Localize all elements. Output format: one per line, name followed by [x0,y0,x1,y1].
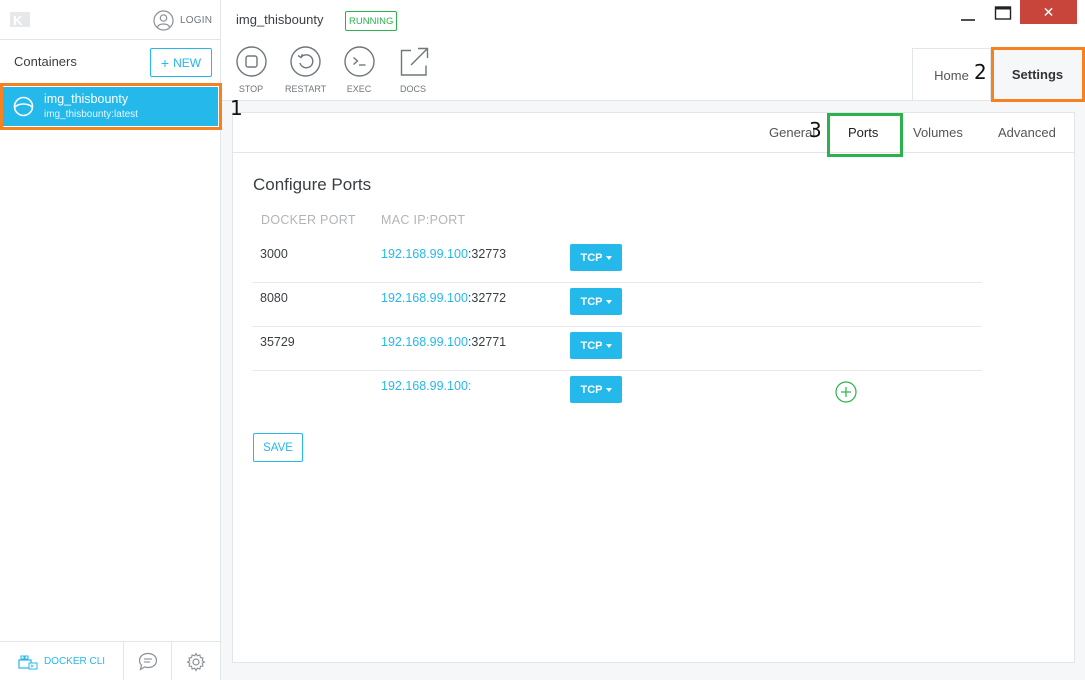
containers-label: Containers [14,54,77,69]
section-heading: Configure Ports [253,175,372,194]
protocol-dropdown[interactable]: TCP [570,332,622,359]
protocol-dropdown[interactable]: TCP [570,288,622,315]
subtab-ports[interactable]: Ports [848,125,878,140]
login-label: LOGIN [180,14,213,26]
subtab-volumes[interactable]: Volumes [913,125,963,140]
settings-subtabs: General Ports Volumes Advanced [233,113,1074,153]
mac-ip-port-input[interactable]: 192.168.99.100: [381,379,471,393]
external-link-icon [400,47,428,76]
caret-down-icon [605,387,612,392]
maximize-icon[interactable] [994,4,1012,22]
container-list-item[interactable]: img_thisbounty img_thisbounty:latest [3,87,218,126]
caret-down-icon [605,299,612,304]
new-container-button[interactable]: + NEW [150,48,212,77]
chat-icon [138,652,157,671]
status-badge: RUNNING [345,11,398,31]
view-tabs: Home Settings [912,48,1084,101]
minimize-icon[interactable] [959,5,977,23]
port-row: 35729 192.168.99.100:32771 TCP [252,327,982,371]
exec-button[interactable]: EXEC [339,46,379,96]
protocol-dropdown[interactable]: TCP [570,376,622,403]
protocol-label: TCP [580,251,603,264]
preferences-button[interactable] [172,642,220,680]
mac-ip: 192.168.99.100 [381,291,468,305]
docs-button[interactable]: DOCS [393,46,433,96]
protocol-dropdown[interactable]: TCP [570,244,622,271]
caret-down-icon [605,255,612,260]
sidebar: K LOGIN Containers + NEW img_thisbounty … [0,0,221,680]
mac-ip-port-link[interactable]: 192.168.99.100:32773 [381,247,506,261]
annotation-number-1: 1 [230,96,243,120]
protocol-label: TCP [580,339,603,352]
mac-ip: 192.168.99.100 [381,379,468,393]
host-port: :32772 [467,291,507,305]
stop-button[interactable]: STOP [231,46,271,96]
container-image: img_thisbounty:latest [44,109,138,120]
docker-cli-label: DOCKER CLI [43,656,106,667]
stop-icon [235,46,267,77]
kitematic-window: K LOGIN Containers + NEW img_thisbounty … [0,0,1085,680]
host-port: :32773 [467,247,507,261]
docker-port-value: 35729 [260,335,295,349]
port-row: 8080 192.168.99.100:32772 TCP [252,283,982,327]
mac-ip-port-link[interactable]: 192.168.99.100:32771 [381,335,506,349]
container-title: img_thisbounty [236,12,324,27]
close-icon: ✕ [1042,3,1055,20]
mac-ip: 192.168.99.100 [381,247,468,261]
docker-port-value: 8080 [260,291,288,305]
restart-label: RESTART [285,84,327,94]
container-running-icon [13,96,34,117]
container-name: img_thisbounty [44,92,129,106]
annotation-number-3: 3 [809,118,822,142]
column-header-mac-ip-port: MAC IP:PORT [381,213,466,227]
plus-icon: + [160,54,170,71]
subtab-advanced[interactable]: Advanced [998,125,1056,140]
docker-port-value: 3000 [260,247,288,261]
mac-ip: 192.168.99.100 [381,335,468,349]
sidebar-footer: DOCKER CLI [0,641,220,680]
docker-cli-button[interactable]: DOCKER CLI [0,642,124,680]
restart-button[interactable]: RESTART [285,46,327,96]
port-row: 3000 192.168.99.100:32773 TCP [252,239,982,283]
host-port: : [467,379,472,393]
host-port: :32771 [467,335,507,349]
column-header-docker-port: DOCKER PORT [261,213,356,227]
tab-settings[interactable]: Settings [991,48,1084,101]
docs-label: DOCS [399,84,426,94]
exec-label: EXEC [346,84,372,94]
feedback-button[interactable] [124,642,172,680]
caret-down-icon [605,343,612,348]
terminal-icon [343,46,375,77]
mac-ip-port-link[interactable]: 192.168.99.100:32772 [381,291,506,305]
docker-cli-icon [18,655,38,669]
protocol-label: TCP [580,295,603,308]
settings-panel: General Ports Volumes Advanced Configure… [232,112,1075,663]
stop-label: STOP [238,84,264,94]
annotation-number-2: 2 [974,60,987,84]
new-button-label: NEW [173,55,202,70]
add-port-icon[interactable] [835,381,857,403]
close-window-button[interactable]: ✕ [1020,0,1077,24]
protocol-label: TCP [580,383,603,396]
login-button[interactable]: LOGIN [153,9,212,31]
kitematic-logo-icon: K [10,12,30,28]
new-port-row: 192.168.99.100: TCP [252,371,982,415]
sidebar-topbar: K LOGIN [0,0,220,40]
restart-icon [289,46,321,77]
gear-icon [186,651,206,672]
save-button[interactable]: SAVE [253,433,303,462]
user-icon [153,9,174,31]
svg-text:K: K [13,13,23,28]
